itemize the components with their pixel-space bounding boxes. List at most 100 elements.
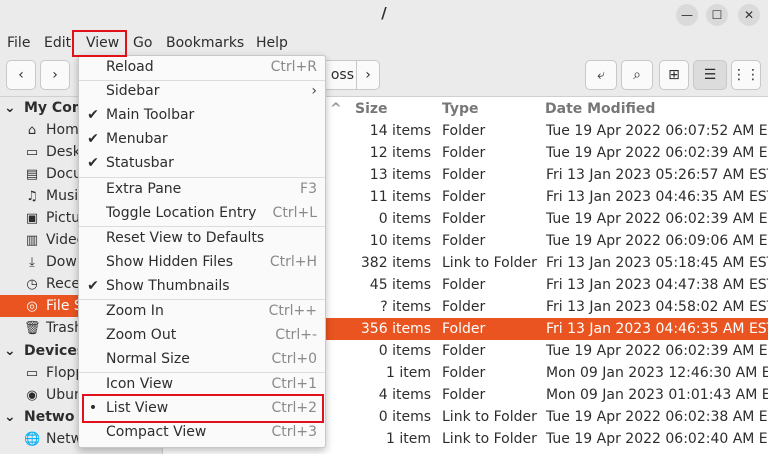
sort-ascending-icon: ^ bbox=[330, 101, 342, 117]
download-icon: ⤓ bbox=[29, 254, 35, 270]
cell-type: Folder bbox=[442, 343, 486, 359]
menu-help[interactable]: Help bbox=[256, 35, 288, 51]
title-bar: / — ☐ ✕ bbox=[0, 0, 768, 30]
cell-date: Tue 19 Apr 2022 06:02:40 AM EDT bbox=[546, 431, 768, 447]
view-menu-dropdown: Reload Ctrl+R Sidebar › ✔ Main Toolbar ✔… bbox=[78, 55, 326, 448]
checkmark-icon: ✔ bbox=[87, 278, 99, 294]
trash-icon: 🗑 bbox=[24, 320, 41, 336]
window-title: / bbox=[381, 4, 387, 22]
chevron-down-icon: ⌄ bbox=[4, 100, 16, 116]
cell-size: 1 item bbox=[386, 365, 431, 381]
disc-icon: ◉ bbox=[26, 387, 38, 403]
location-toggle-button[interactable]: ⤶ bbox=[585, 60, 617, 90]
picture-icon: ▣ bbox=[25, 210, 39, 226]
cell-date: Fri 13 Jan 2023 04:58:02 AM EST bbox=[546, 299, 768, 315]
menu-item-reset-view[interactable]: Reset View to Defaults bbox=[79, 227, 325, 251]
menu-item-sidebar[interactable]: Sidebar › bbox=[79, 80, 325, 104]
path-scroll-right-button[interactable]: › bbox=[356, 60, 380, 90]
cell-size: 11 items bbox=[369, 189, 431, 205]
cell-type: Folder bbox=[442, 167, 486, 183]
menu-item-statusbar[interactable]: ✔ Statusbar bbox=[79, 152, 325, 176]
minimize-button[interactable]: — bbox=[676, 4, 698, 26]
menu-go[interactable]: Go bbox=[133, 35, 152, 51]
column-header-type[interactable]: Type bbox=[442, 101, 479, 117]
document-icon: ▤ bbox=[25, 166, 39, 182]
cell-size: 0 items bbox=[378, 409, 431, 425]
cell-date: Tue 19 Apr 2022 06:02:38 AM EDT bbox=[546, 409, 768, 425]
cell-type: Link to Folder bbox=[442, 255, 537, 271]
recent-icon: ◷ bbox=[26, 276, 38, 292]
network-icon: 🌐 bbox=[24, 431, 41, 447]
menu-item-toggle-location-entry[interactable]: Toggle Location Entry Ctrl+L bbox=[79, 202, 325, 226]
checkmark-icon: ✔ bbox=[87, 107, 99, 123]
close-button[interactable]: ✕ bbox=[738, 4, 760, 26]
maximize-icon: ☐ bbox=[711, 8, 723, 22]
grid-icon: ⊞ bbox=[668, 67, 680, 83]
cell-type: Folder bbox=[442, 189, 486, 205]
cell-date: Fri 13 Jan 2023 05:26:57 AM EST bbox=[546, 167, 768, 183]
minimize-icon: — bbox=[681, 8, 693, 22]
cell-size: ? items bbox=[380, 299, 431, 315]
cell-size: 13 items bbox=[369, 167, 431, 183]
checkmark-icon: ✔ bbox=[87, 131, 99, 147]
menu-item-zoom-out[interactable]: Zoom Out Ctrl+- bbox=[79, 324, 325, 348]
chevron-right-icon: › bbox=[311, 83, 317, 99]
cell-type: Folder bbox=[442, 211, 486, 227]
menu-item-zoom-in[interactable]: Zoom In Ctrl++ bbox=[79, 300, 325, 324]
column-header-size[interactable]: Size bbox=[355, 101, 388, 117]
cell-size: 4 items bbox=[378, 387, 431, 403]
forward-button[interactable]: › bbox=[40, 60, 70, 90]
menu-item-main-toolbar[interactable]: ✔ Main Toolbar bbox=[79, 104, 325, 128]
menu-item-normal-size[interactable]: Normal Size Ctrl+0 bbox=[79, 348, 325, 372]
desktop-icon: ▭ bbox=[25, 144, 39, 160]
cell-date: Fri 13 Jan 2023 04:46:35 AM EST bbox=[546, 321, 768, 337]
cell-size: 382 items bbox=[360, 255, 431, 271]
cell-type: Folder bbox=[442, 387, 486, 403]
icon-view-button[interactable]: ⊞ bbox=[659, 60, 689, 90]
highlight-box-list-view bbox=[82, 394, 324, 423]
chevron-right-icon: › bbox=[52, 67, 58, 83]
cell-type: Folder bbox=[442, 233, 486, 249]
search-icon: ⌕ bbox=[633, 67, 641, 83]
chevron-down-icon: ⌄ bbox=[4, 343, 16, 359]
cell-date: Mon 09 Jan 2023 01:01:43 AM EST bbox=[546, 387, 768, 403]
close-icon: ✕ bbox=[743, 8, 755, 22]
cell-type: Folder bbox=[442, 321, 486, 337]
menu-edit[interactable]: Edit bbox=[44, 35, 71, 51]
cell-type: Link to Folder bbox=[442, 431, 537, 447]
back-button[interactable]: ‹ bbox=[6, 60, 36, 90]
menu-item-menubar[interactable]: ✔ Menubar bbox=[79, 128, 325, 152]
cell-date: Mon 09 Jan 2023 12:46:30 AM EST bbox=[546, 365, 768, 381]
cell-date: Fri 13 Jan 2023 04:47:38 AM EST bbox=[546, 277, 768, 293]
cell-date: Tue 19 Apr 2022 06:09:06 AM EDT bbox=[546, 233, 768, 249]
cell-type: Folder bbox=[442, 277, 486, 293]
floppy-icon: ▭ bbox=[25, 365, 39, 381]
cell-type: Folder bbox=[442, 365, 486, 381]
search-button[interactable]: ⌕ bbox=[621, 60, 653, 90]
menu-item-show-thumbnails[interactable]: ✔ Show Thumbnails bbox=[79, 275, 325, 299]
cell-size: 45 items bbox=[369, 277, 431, 293]
cell-date: Fri 13 Jan 2023 04:46:35 AM EST bbox=[546, 189, 768, 205]
cell-type: Link to Folder bbox=[442, 409, 537, 425]
cell-size: 356 items bbox=[360, 321, 431, 337]
maximize-button[interactable]: ☐ bbox=[706, 4, 728, 26]
cell-size: 14 items bbox=[369, 123, 431, 139]
column-header-date[interactable]: Date Modified bbox=[545, 101, 655, 117]
cell-size: 0 items bbox=[378, 211, 431, 227]
menu-item-show-hidden-files[interactable]: Show Hidden Files Ctrl+H bbox=[79, 251, 325, 275]
path-bar-segment[interactable]: oss bbox=[322, 60, 356, 90]
menu-item-reload[interactable]: Reload Ctrl+R bbox=[79, 56, 325, 80]
chevron-down-icon: ⌄ bbox=[4, 409, 16, 425]
chevron-left-icon: ‹ bbox=[18, 67, 24, 83]
menu-item-extra-pane[interactable]: Extra Pane F3 bbox=[79, 178, 325, 202]
cell-date: Tue 19 Apr 2022 06:02:39 AM EDT bbox=[546, 145, 768, 161]
compact-view-button[interactable]: ⋮⋮ bbox=[731, 60, 761, 90]
cell-size: 12 items bbox=[369, 145, 431, 161]
cell-size: 0 items bbox=[378, 343, 431, 359]
menu-item-compact-view[interactable]: Compact View Ctrl+3 bbox=[79, 421, 325, 445]
cell-size: 10 items bbox=[369, 233, 431, 249]
cell-date: Tue 19 Apr 2022 06:02:39 AM EDT bbox=[546, 211, 768, 227]
menu-bookmarks[interactable]: Bookmarks bbox=[166, 35, 244, 51]
list-view-button[interactable]: ☰ bbox=[693, 60, 727, 90]
menu-file[interactable]: File bbox=[7, 35, 30, 51]
